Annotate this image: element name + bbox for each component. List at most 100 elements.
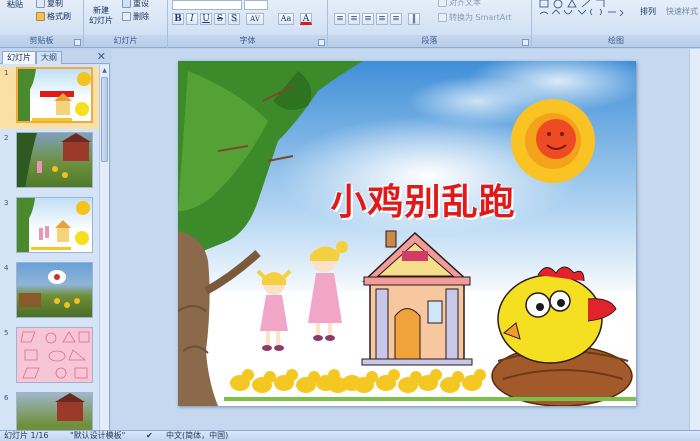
- paste-button[interactable]: 粘贴: [4, 0, 26, 10]
- slides-pane: 幻灯片 大纲 ✕ 1 2 3 4 5 6 ▲: [0, 49, 110, 430]
- copy-label: 复制: [47, 0, 63, 8]
- drawing-group-label: 绘图: [532, 35, 700, 47]
- columns-button[interactable]: ‖: [408, 13, 420, 25]
- tab-slides[interactable]: 幻灯片: [2, 51, 36, 64]
- slide-thumbnail-6[interactable]: 6: [0, 392, 100, 430]
- spell-check-icon[interactable]: ✔: [146, 431, 153, 441]
- tab-outline[interactable]: 大纲: [36, 51, 62, 64]
- align-text-button[interactable]: 对齐文本: [438, 0, 481, 8]
- slide-thumbnail-3[interactable]: 3: [0, 197, 100, 259]
- scroll-up-icon[interactable]: ▲: [100, 66, 109, 75]
- slide-artwork: [178, 61, 636, 406]
- slide-canvas[interactable]: 小鸡别乱跑: [178, 61, 636, 406]
- slide-2-preview: [17, 133, 91, 187]
- slides-group: 新建 幻灯片 重设 删除 幻灯片: [84, 0, 168, 48]
- close-icon[interactable]: ✕: [97, 50, 106, 63]
- shapes-gallery-icon: [539, 0, 624, 17]
- underline-button[interactable]: U: [200, 13, 212, 25]
- arrange-button[interactable]: 排列: [634, 0, 662, 17]
- clipboard-group: 粘贴 复制 格式刷 剪贴板: [0, 0, 84, 48]
- format-painter-label: 格式刷: [47, 12, 71, 21]
- font-group: B I U S S AV Aa A 字体: [168, 0, 328, 48]
- justify-button[interactable]: ≡: [376, 13, 388, 25]
- slide-thumbnail-1[interactable]: 1: [0, 67, 100, 129]
- arrange-label: 排列: [640, 7, 656, 16]
- copy-button[interactable]: 复制: [36, 0, 63, 9]
- font-name-combo[interactable]: [172, 0, 242, 10]
- format-painter-icon: [36, 12, 45, 21]
- slide-thumbnail-2[interactable]: 2: [0, 132, 100, 194]
- slide-workspace: 小鸡别乱跑: [111, 49, 700, 430]
- reset-label: 重设: [133, 0, 149, 8]
- shadow-button[interactable]: S: [228, 13, 240, 25]
- font-group-label: 字体: [168, 35, 327, 47]
- paste-label: 粘贴: [7, 0, 23, 9]
- quick-styles-button[interactable]: 快速样式: [664, 7, 700, 17]
- slide-number: 1: [4, 69, 9, 77]
- delete-icon: [122, 12, 131, 21]
- slide-3-preview: [17, 198, 90, 252]
- slide-6-preview: [55, 393, 85, 421]
- reset-icon: [122, 0, 131, 8]
- align-text-icon: [438, 0, 447, 7]
- slide-4-preview: [19, 270, 80, 308]
- workspace-scrollbar[interactable]: [689, 49, 700, 430]
- theme-status: "默认设计模板": [70, 431, 126, 440]
- drawing-group: 排列 快速样式 绘图: [532, 0, 700, 48]
- scroll-thumb[interactable]: [101, 77, 108, 162]
- delete-button[interactable]: 删除: [122, 11, 149, 22]
- language-status[interactable]: 中文(简体，中国): [166, 431, 228, 441]
- slide-thumbnail-5[interactable]: 5: [0, 327, 100, 389]
- sun-illustration: [511, 99, 595, 183]
- new-slide-button[interactable]: 新建 幻灯片: [86, 6, 116, 26]
- strikethrough-button[interactable]: S: [214, 13, 226, 25]
- format-painter-button[interactable]: 格式刷: [36, 11, 71, 22]
- slide-number: 2: [4, 134, 9, 142]
- paragraph-group-label: 段落: [328, 35, 531, 47]
- distribute-button[interactable]: ≡: [390, 13, 402, 25]
- clipboard-group-label: 剪贴板: [0, 35, 83, 47]
- slide-thumbnail-image: [16, 67, 93, 123]
- change-case-button[interactable]: Aa: [278, 13, 294, 25]
- pane-scrollbar[interactable]: ▲: [99, 65, 109, 430]
- italic-button[interactable]: I: [186, 13, 198, 25]
- align-right-button[interactable]: ≡: [362, 13, 374, 25]
- paragraph-dialog-launcher[interactable]: [522, 39, 529, 46]
- reset-button[interactable]: 重设: [122, 0, 149, 9]
- smartart-label: 转换为 SmartArt: [449, 13, 512, 22]
- font-color-button[interactable]: A: [300, 13, 312, 25]
- slide-thumbnail-image: [16, 262, 93, 318]
- char-spacing-button[interactable]: AV: [246, 13, 264, 25]
- slide-number: 6: [4, 394, 9, 402]
- align-text-label: 对齐文本: [449, 0, 481, 7]
- align-left-button[interactable]: ≡: [334, 13, 346, 25]
- status-bar: 幻灯片 1/16 "默认设计模板" ✔ 中文(简体，中国): [0, 430, 700, 441]
- font-dialog-launcher[interactable]: [318, 39, 325, 46]
- delete-label: 删除: [133, 12, 149, 21]
- slide-thumbnail-image: [16, 327, 93, 383]
- align-center-button[interactable]: ≡: [348, 13, 360, 25]
- slide-count-status: 幻灯片 1/16: [4, 431, 49, 440]
- slide-5-preview: [20, 331, 90, 379]
- bold-button[interactable]: B: [172, 13, 184, 25]
- slides-group-label: 幻灯片: [84, 35, 167, 47]
- pane-tabs: 幻灯片 大纲 ✕: [0, 49, 110, 64]
- slide-title[interactable]: 小鸡别乱跑: [313, 173, 533, 225]
- copy-icon: [36, 0, 45, 8]
- ribbon: 粘贴 复制 格式刷 剪贴板 新建 幻灯片 重设 删除 幻灯片 B I U S S…: [0, 0, 700, 48]
- quick-styles-label: 快速样式: [666, 7, 698, 16]
- new-slide-line1: 新建: [93, 6, 109, 15]
- font-size-combo[interactable]: [244, 0, 268, 10]
- slide-thumbnail-image: [16, 197, 93, 253]
- shapes-gallery[interactable]: [538, 0, 628, 28]
- slide-number: 5: [4, 329, 9, 337]
- slide-number: 4: [4, 264, 9, 272]
- convert-smartart-button[interactable]: 转换为 SmartArt: [438, 12, 512, 23]
- slide-1-preview: [18, 69, 91, 121]
- clipboard-dialog-launcher[interactable]: [74, 39, 81, 46]
- slide-thumbnail-image: [16, 392, 93, 430]
- smartart-icon: [438, 13, 447, 22]
- slide-thumbnails: 1 2 3 4 5 6: [0, 65, 100, 430]
- slide-thumbnail-image: [16, 132, 93, 188]
- slide-thumbnail-4[interactable]: 4: [0, 262, 100, 324]
